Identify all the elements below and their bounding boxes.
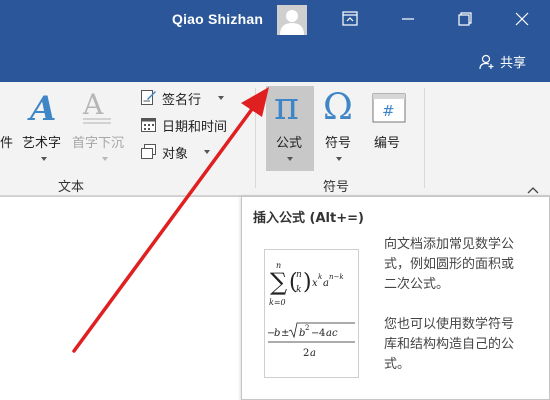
share-button[interactable]: 共享 xyxy=(479,52,526,71)
signature-line-icon[interactable] xyxy=(140,89,157,106)
symbol-dropdown-icon[interactable] xyxy=(336,157,342,161)
account-name[interactable]: Qiao Shizhan xyxy=(172,11,263,27)
share-person-icon xyxy=(479,54,494,69)
tooltip-description-line: 式。 xyxy=(384,357,411,372)
user-avatar-icon[interactable] xyxy=(277,5,307,35)
svg-text:∑: ∑ xyxy=(270,268,287,296)
equation-tooltip: 插入公式 (Alt+=) n ∑ k=0 ( n k ) x k a n−k −… xyxy=(241,196,550,400)
svg-text:a: a xyxy=(310,348,316,359)
svg-text:n: n xyxy=(296,270,302,280)
tooltip-description-line: 库和结构构造自己的公 xyxy=(384,337,515,352)
wordart-icon[interactable]: A xyxy=(26,88,62,129)
tooltip-description-line: 您也可以使用数学符号 xyxy=(384,317,515,332)
svg-text:±: ± xyxy=(281,328,289,339)
datetime-label[interactable]: 日期和时间 xyxy=(162,116,227,135)
svg-text:2: 2 xyxy=(305,324,309,332)
tooltip-description-line: 二次公式。 xyxy=(384,277,450,292)
omega-icon[interactable]: Ω xyxy=(320,86,360,128)
dropcap-dropdown-icon xyxy=(102,157,108,161)
svg-text:A: A xyxy=(27,89,56,126)
svg-text:k: k xyxy=(318,273,322,281)
collapse-ribbon-icon[interactable] xyxy=(527,180,539,194)
object-icon[interactable] xyxy=(140,143,157,160)
symbols-group-label: 符号 xyxy=(323,180,350,195)
dropcap-label: 首字下沉 xyxy=(72,136,125,151)
tooltip-description-line: 向文档添加常见数学公 xyxy=(384,237,515,252)
ribbon-group-separator xyxy=(424,88,425,188)
svg-text:π: π xyxy=(274,86,299,128)
pi-icon[interactable]: π xyxy=(270,84,310,128)
ribbon-group-separator xyxy=(255,88,256,188)
wordart-label[interactable]: 艺术字 xyxy=(22,132,61,151)
svg-text:Ω: Ω xyxy=(323,87,353,128)
svg-text:b: b xyxy=(274,328,280,339)
svg-text:4: 4 xyxy=(319,328,325,339)
object-label[interactable]: 对象 xyxy=(162,143,188,162)
signature-line-dropdown-icon[interactable] xyxy=(218,96,224,100)
close-icon[interactable] xyxy=(510,8,534,30)
svg-text:k=0: k=0 xyxy=(269,298,286,307)
wordart-dropdown-icon[interactable] xyxy=(41,157,47,161)
tooltip-description-line: 式，例如圆形的面积或 xyxy=(384,257,515,272)
svg-text:ac: ac xyxy=(326,328,338,339)
object-dropdown-icon[interactable] xyxy=(204,150,210,154)
svg-text:n−k: n−k xyxy=(329,273,344,281)
equation-label[interactable]: 公式 xyxy=(276,132,302,151)
minimize-icon[interactable] xyxy=(396,8,420,30)
text-group-label: 文本 xyxy=(58,180,85,195)
svg-text:k: k xyxy=(296,285,301,295)
svg-text:): ) xyxy=(303,270,312,295)
partial-ribbon-item[interactable]: 件 xyxy=(0,132,13,151)
equation-dropdown-icon[interactable] xyxy=(287,157,293,161)
number-label[interactable]: 编号 xyxy=(374,132,400,151)
number-icon[interactable]: # xyxy=(372,93,406,123)
restore-icon[interactable] xyxy=(452,8,476,30)
tooltip-title: 插入公式 (Alt+=) xyxy=(253,211,364,226)
datetime-icon[interactable] xyxy=(140,116,157,133)
ribbon-display-icon[interactable] xyxy=(338,8,362,30)
formula-preview-image: n ∑ k=0 ( n k ) x k a n−k − b ± b 2 − 4 … xyxy=(264,249,359,378)
svg-text:2: 2 xyxy=(303,348,309,359)
title-bar: Qiao Shizhan 共享 xyxy=(0,0,550,82)
dropcap-icon: A xyxy=(82,88,112,126)
svg-text:A: A xyxy=(82,88,104,121)
signature-line-label[interactable]: 签名行 xyxy=(162,89,201,108)
svg-text:#: # xyxy=(382,102,395,120)
share-label: 共享 xyxy=(499,56,526,71)
symbol-label[interactable]: 符号 xyxy=(325,132,351,151)
